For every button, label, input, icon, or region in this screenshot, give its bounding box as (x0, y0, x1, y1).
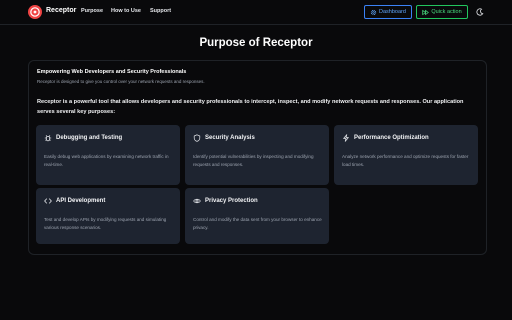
nav-link-how-to-use[interactable]: How to Use (111, 8, 141, 14)
card-title: Performance Optimization (354, 135, 429, 141)
eye-icon (193, 197, 201, 205)
card-security: Security Analysis Identify potential vul… (185, 125, 329, 185)
dashboard-label: Dashboard (379, 9, 406, 15)
bolt-icon (342, 134, 350, 142)
intro-paragraph: Receptor is a powerful tool that allows … (37, 99, 464, 115)
fast-forward-icon (422, 9, 430, 16)
card-title: Security Analysis (205, 135, 255, 141)
theme-toggle-moon-icon[interactable] (474, 6, 486, 18)
card-privacy: Privacy Protection Control and modify th… (185, 188, 329, 244)
card-title: Debugging and Testing (56, 135, 123, 141)
quick-action-button[interactable]: Quick action (416, 5, 468, 19)
card-description: Control and modify the data sent from yo… (193, 217, 322, 230)
card-description: Test and develop APIs by modifying reque… (44, 217, 167, 230)
card-description: Identify potential vulnerabilities by in… (193, 154, 314, 167)
receptor-logo-icon[interactable] (28, 5, 42, 19)
card-description: Easily debug web applications by examini… (44, 154, 169, 167)
nav-link-support[interactable]: Support (150, 8, 171, 14)
top-nav: Receptor Purpose How to Use Support Dash… (0, 0, 512, 25)
panel-subheading: Receptor is designed to give you control… (37, 79, 205, 84)
card-debugging: Debugging and Testing Easily debug web a… (36, 125, 180, 185)
card-title: Privacy Protection (205, 198, 258, 204)
panel-heading: Empowering Web Developers and Security P… (37, 69, 187, 75)
brand-name[interactable]: Receptor (46, 7, 76, 14)
dashboard-button[interactable]: Dashboard (364, 5, 412, 19)
page-title: Purpose of Receptor (199, 37, 313, 49)
card-api: API Development Test and develop APIs by… (36, 188, 180, 244)
card-title: API Development (56, 198, 106, 204)
shield-icon (193, 134, 201, 142)
purpose-panel: Empowering Web Developers and Security P… (28, 60, 487, 255)
bug-icon (44, 134, 52, 142)
nav-link-purpose[interactable]: Purpose (81, 8, 103, 14)
gear-icon (370, 9, 377, 16)
code-icon (44, 197, 52, 205)
card-performance: Performance Optimization Analyze network… (334, 125, 478, 185)
card-description: Analyze network performance and optimize… (342, 154, 469, 167)
quick-action-label: Quick action (431, 9, 462, 15)
